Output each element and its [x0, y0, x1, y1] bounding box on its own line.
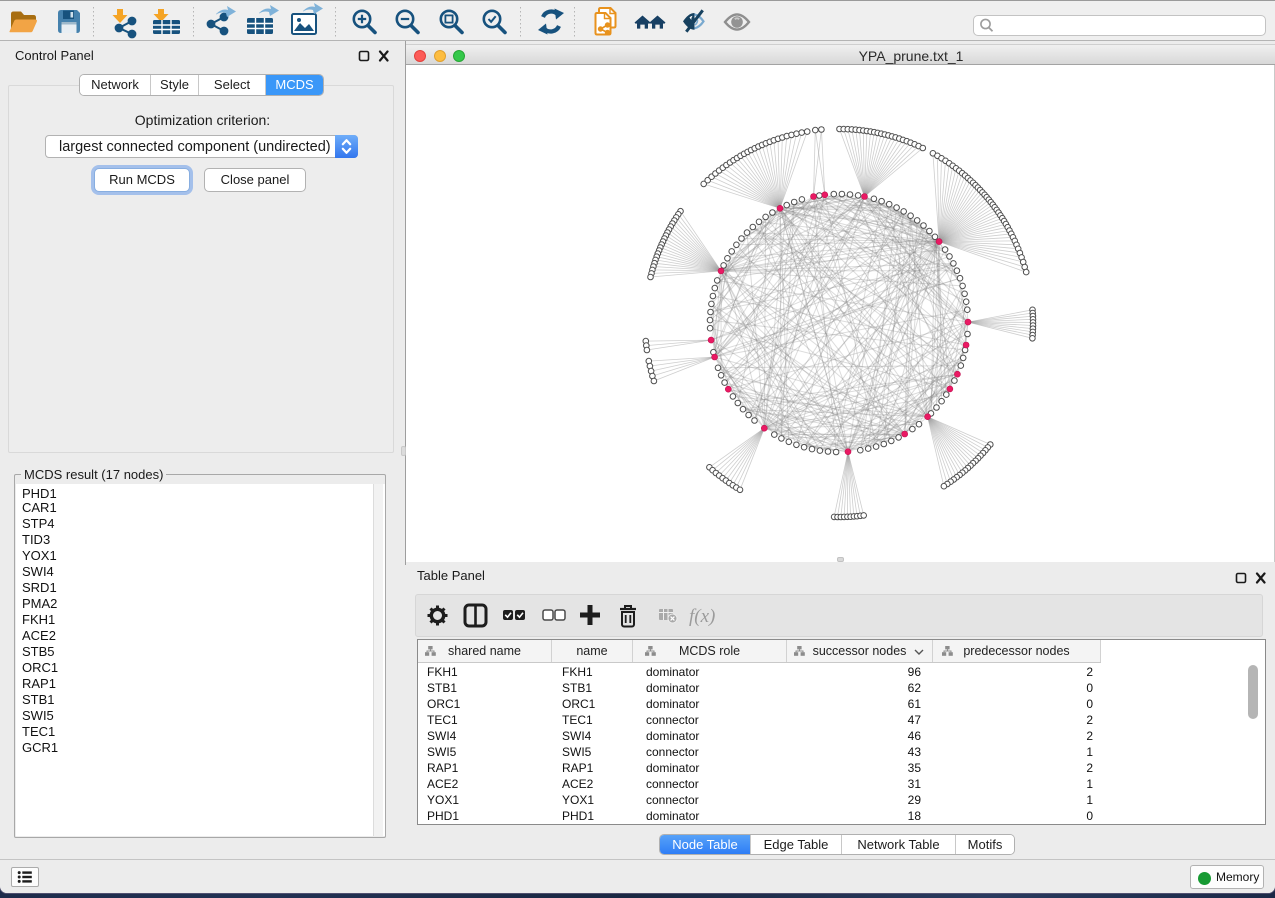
svg-text:f(x): f(x)	[689, 606, 715, 627]
